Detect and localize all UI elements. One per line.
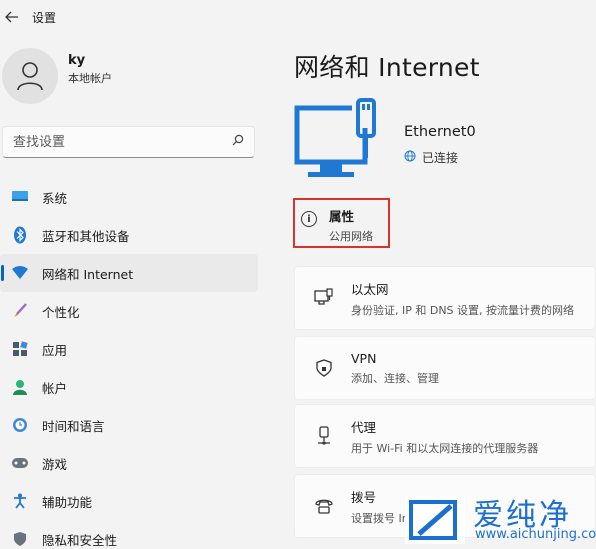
nav-item-label: 个性化	[42, 304, 80, 320]
nav-item-network[interactable]: 网络和 Internet	[0, 254, 258, 292]
ethernet-icon	[313, 287, 335, 309]
watermark-url: www.aichunjing.com	[475, 527, 596, 542]
nav-item-label: 帐户	[42, 380, 68, 396]
sidebar: ky 本地帐户 系统 蓝牙和其他设备 网络和 Internet	[0, 34, 270, 549]
nav-item-label: 游戏	[42, 456, 68, 472]
accessibility-icon	[10, 491, 30, 511]
nav-item-system[interactable]: 系统	[0, 178, 258, 216]
user-name: ky	[68, 52, 86, 68]
nav-item-label: 时间和语言	[42, 418, 105, 434]
account-type: 本地帐户	[68, 71, 112, 85]
nav-item-label: 蓝牙和其他设备	[42, 228, 130, 244]
card-title: 拨号	[351, 489, 377, 505]
card-title: VPN	[351, 350, 377, 366]
main-panel: 网络和 Internet Ethernet0 已连接 i 属性 公用网络 以太网…	[270, 34, 596, 549]
nav-list: 系统 蓝牙和其他设备 网络和 Internet 个性化 应用 帐户 时间和语言 …	[0, 178, 258, 549]
properties-subtitle: 公用网络	[329, 230, 373, 243]
user-profile[interactable]: ky 本地帐户	[0, 48, 112, 104]
connection-status-text: 已连接	[422, 151, 459, 165]
back-arrow-icon	[5, 11, 18, 23]
nav-item-label: 辅助功能	[42, 494, 93, 510]
watermark: 爱纯净 www.aichunjing.com	[405, 490, 596, 549]
ethernet-monitor-icon	[294, 98, 376, 177]
adapter-name: Ethernet0	[404, 124, 476, 140]
nav-item-accessibility[interactable]: 辅助功能	[0, 482, 258, 520]
gaming-icon	[10, 453, 30, 473]
brush-icon	[10, 301, 30, 321]
nav-item-accounts[interactable]: 帐户	[0, 368, 258, 406]
nav-item-bluetooth[interactable]: 蓝牙和其他设备	[0, 216, 258, 254]
privacy-icon	[10, 529, 30, 549]
dialup-icon	[313, 495, 335, 517]
nav-item-apps[interactable]: 应用	[0, 330, 258, 368]
globe-icon	[404, 150, 416, 165]
vpn-card[interactable]: VPN 添加、连接、管理	[294, 336, 596, 400]
nav-item-gaming[interactable]: 游戏	[0, 444, 258, 482]
ethernet-card[interactable]: 以太网 身份验证, IP 和 DNS 设置, 按流量计费的网络	[294, 266, 596, 330]
title-bar: 设置	[0, 0, 596, 34]
nav-item-label: 网络和 Internet	[42, 266, 134, 282]
nav-item-label: 应用	[42, 342, 68, 358]
card-title: 代理	[351, 419, 377, 435]
system-icon	[10, 187, 30, 207]
search-input[interactable]	[13, 134, 213, 150]
proxy-card[interactable]: 代理 用于 Wi-Fi 和以太网连接的代理服务器	[294, 404, 596, 468]
nav-item-time-language[interactable]: 时间和语言	[0, 406, 258, 444]
account-icon	[10, 377, 30, 397]
nav-item-personalization[interactable]: 个性化	[0, 292, 258, 330]
info-icon: i	[301, 211, 317, 227]
network-icon	[10, 263, 30, 283]
app-title: 设置	[32, 10, 57, 25]
bluetooth-icon	[10, 225, 30, 245]
page-title: 网络和 Internet	[294, 53, 480, 82]
card-description: 添加、连接、管理	[351, 371, 439, 385]
nav-item-label: 系统	[42, 190, 68, 206]
person-icon	[17, 62, 43, 91]
properties-link[interactable]: i 属性 公用网络	[293, 198, 390, 248]
card-description: 用于 Wi-Fi 和以太网连接的代理服务器	[351, 441, 539, 455]
properties-title: 属性	[329, 209, 355, 224]
time-language-icon	[10, 415, 30, 435]
search-icon[interactable]	[232, 134, 244, 150]
proxy-icon	[313, 425, 335, 447]
card-description: 设置拨号 Ir	[351, 511, 407, 525]
watermark-logo-icon	[405, 496, 465, 544]
nav-item-label: 隐私和安全性	[42, 532, 118, 548]
network-adapter-illustration	[294, 98, 390, 194]
card-title: 以太网	[351, 281, 389, 297]
nav-item-privacy[interactable]: 隐私和安全性	[0, 520, 258, 549]
apps-icon	[10, 339, 30, 359]
back-button[interactable]	[0, 5, 24, 29]
card-description: 身份验证, IP 和 DNS 设置, 按流量计费的网络	[351, 303, 575, 317]
search-box[interactable]	[2, 126, 255, 158]
avatar	[2, 48, 58, 104]
vpn-shield-icon	[313, 357, 335, 379]
connection-status: 已连接	[404, 149, 458, 166]
